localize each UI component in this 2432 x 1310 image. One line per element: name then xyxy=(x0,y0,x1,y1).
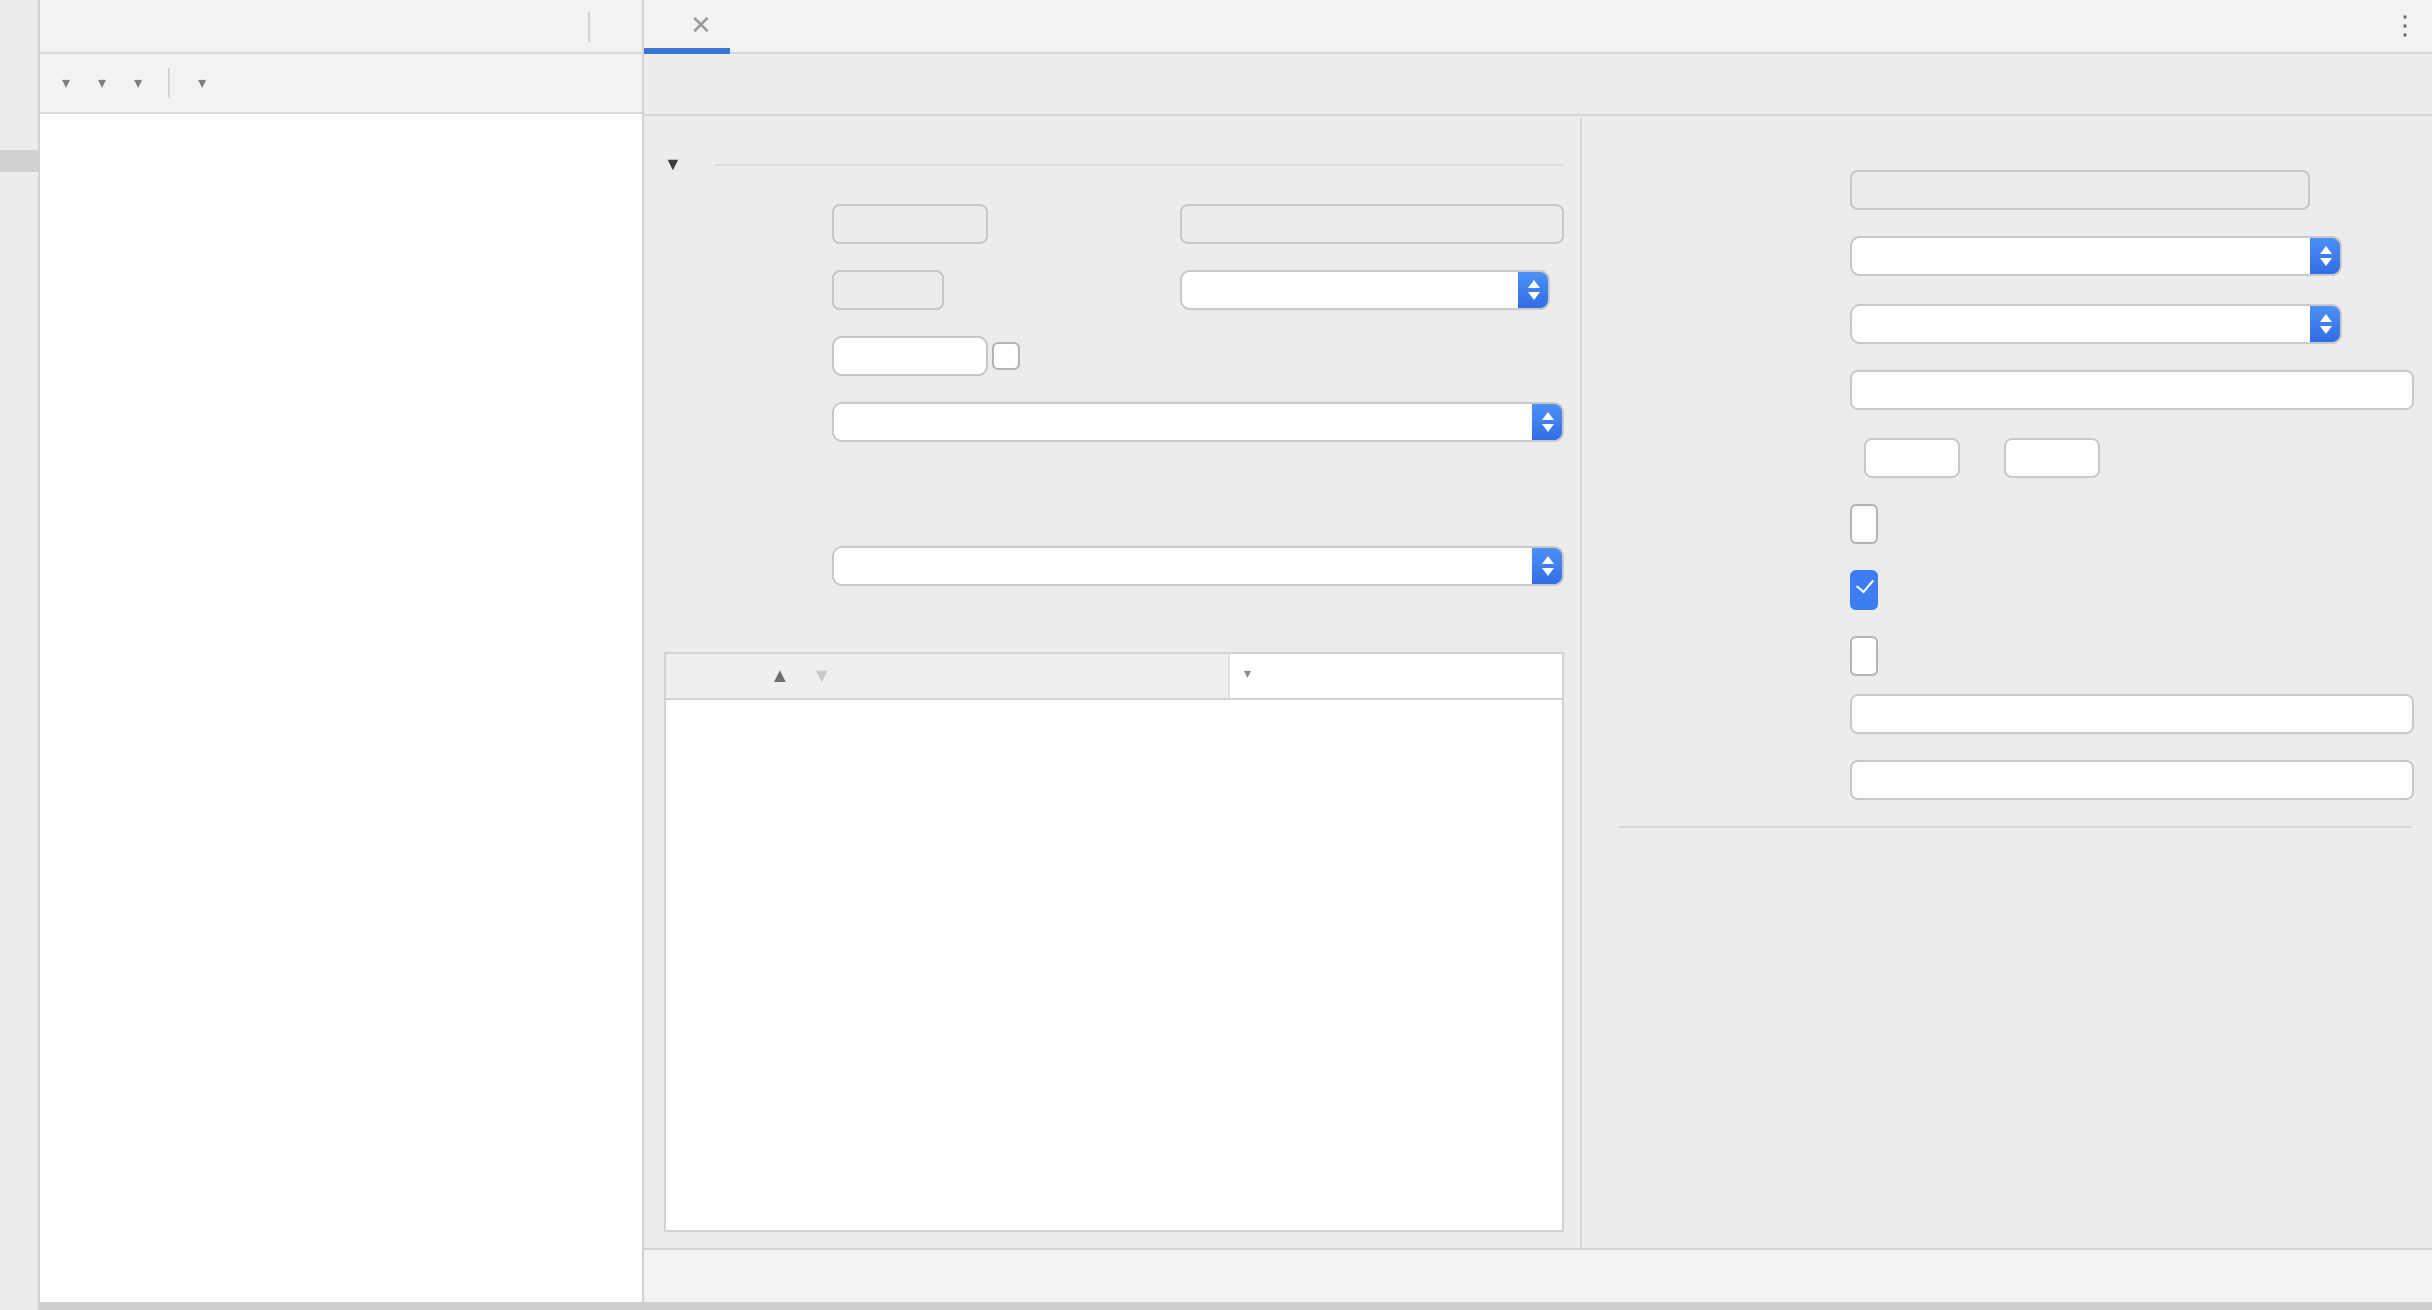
entity-instance-row xyxy=(664,270,1564,310)
entity-name-field[interactable] xyxy=(832,270,944,310)
attributes-search-input[interactable]: ▾ xyxy=(1228,654,1562,698)
stepper-buttons[interactable] xyxy=(1532,548,1562,584)
close-icon[interactable]: ✕ xyxy=(690,10,712,42)
group-sep-field[interactable] xyxy=(2004,438,2100,478)
move-down-icon[interactable]: ▼ xyxy=(812,665,832,687)
traits-row xyxy=(664,486,1564,526)
project-tree xyxy=(40,116,642,1302)
separator xyxy=(168,68,171,98)
stripe-tab-jmix[interactable] xyxy=(0,150,38,172)
inheritance-row xyxy=(664,546,1564,586)
kebab-menu-icon[interactable]: ⋮ xyxy=(2392,0,2418,52)
name-row xyxy=(1618,170,2432,210)
package-class-row xyxy=(664,204,1564,244)
editor-region: ✕ ⋮ ▼ ▲ ▼ ▾ xyxy=(644,0,2432,1302)
stepper-buttons[interactable] xyxy=(1532,404,1562,440)
transient-row xyxy=(1618,630,2432,676)
mandatory-checkbox[interactable] xyxy=(1850,570,1878,610)
decimal-sep-field[interactable] xyxy=(1864,438,1960,478)
column-definition-row xyxy=(1618,760,2432,800)
attribute-inspector-panel xyxy=(1582,118,2432,1248)
wrench-button[interactable]: ▾ xyxy=(96,74,106,90)
validation-header xyxy=(1618,846,2432,876)
attributes-header xyxy=(664,612,1564,642)
read-only-row xyxy=(1618,498,2432,544)
number-format-row xyxy=(1618,370,2432,410)
inheritance-combo[interactable] xyxy=(832,546,1564,586)
table-field[interactable] xyxy=(832,336,988,376)
hide-properties-toggle[interactable]: ▼ xyxy=(664,150,1564,178)
column-row xyxy=(1618,694,2432,734)
column-definition-field[interactable] xyxy=(1850,760,2414,800)
separator xyxy=(713,163,1564,165)
editor-content: ▼ ▲ ▼ ▾ xyxy=(644,118,2432,1248)
class-field[interactable] xyxy=(1180,204,1564,244)
entity-designer-toolbar xyxy=(644,54,2432,116)
window-bottom-edge xyxy=(0,1302,2432,1310)
separators-row xyxy=(1618,438,2432,478)
attributes-toolbar: ▲ ▼ ▾ xyxy=(664,652,1564,700)
entity-designer-panel: ▼ ▲ ▼ ▾ xyxy=(644,118,1582,1248)
move-up-icon[interactable]: ▲ xyxy=(770,665,790,687)
stepper-buttons[interactable] xyxy=(1518,272,1548,308)
active-tab-underline xyxy=(644,48,730,54)
stripe-tab-bookmarks[interactable] xyxy=(0,986,38,1008)
mandatory-row xyxy=(1618,564,2432,610)
parent-combo[interactable] xyxy=(832,402,1564,442)
stepper-buttons[interactable] xyxy=(2310,306,2340,342)
package-field[interactable] xyxy=(832,204,988,244)
table-row-props xyxy=(664,336,1564,376)
editor-tab-bar: ✕ ⋮ xyxy=(644,0,2432,54)
gradle-button[interactable]: ▾ xyxy=(132,74,142,90)
separator xyxy=(588,11,590,41)
stepper-buttons[interactable] xyxy=(2310,238,2340,274)
column-field[interactable] xyxy=(1850,694,2414,734)
project-toolbar: ▾ ▾ ▾ ▾ xyxy=(40,54,642,114)
collapse-triangle-icon: ▼ xyxy=(664,154,682,174)
tool-window-header xyxy=(40,0,642,54)
project-tool-window: ▾ ▾ ▾ ▾ xyxy=(40,0,644,1302)
read-only-checkbox[interactable] xyxy=(1850,504,1878,544)
name-field[interactable] xyxy=(1850,170,2310,210)
stripe-tab-project[interactable] xyxy=(0,4,38,26)
attribute-type-row xyxy=(1618,236,2432,276)
attributes-table xyxy=(664,700,1564,1232)
add-button[interactable]: ▾ xyxy=(60,74,70,90)
parent-row xyxy=(664,402,1564,442)
db-view-checkbox[interactable] xyxy=(992,342,1020,370)
instance-name-combo[interactable] xyxy=(1180,270,1550,310)
tab-userstep-java[interactable]: ✕ xyxy=(644,0,730,54)
attribute-type-combo[interactable] xyxy=(1850,236,2342,276)
jmix-studio-window: ▾ ▾ ▾ ▾ ✕ ⋮ ▼ ▲ ▼ ▾ xyxy=(0,0,2432,1310)
separator xyxy=(1618,826,2412,828)
stripe-tab-structure[interactable] xyxy=(0,1168,38,1190)
tool-window-stripe xyxy=(0,0,40,1310)
type-row xyxy=(1618,304,2432,344)
help-button[interactable]: ▾ xyxy=(196,74,206,90)
transient-checkbox[interactable] xyxy=(1850,636,1878,676)
number-format-field[interactable] xyxy=(1850,370,2414,410)
designer-mode-tabs xyxy=(644,1248,2432,1302)
type-combo[interactable] xyxy=(1850,304,2342,344)
